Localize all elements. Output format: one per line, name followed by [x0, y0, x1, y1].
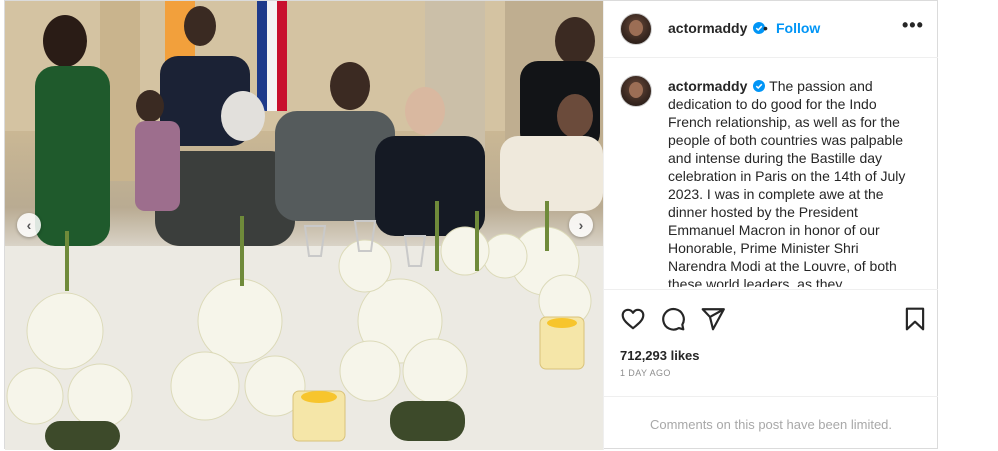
separator-dot: •: [763, 20, 768, 36]
more-options-icon[interactable]: •••: [902, 15, 924, 36]
comments-limited-notice: Comments on this post have been limited.: [604, 396, 938, 450]
post-actions: 712,293 likes 1 DAY AGO Comments on this…: [604, 289, 938, 449]
comment-icon[interactable]: [660, 306, 686, 332]
heart-icon[interactable]: [620, 306, 646, 332]
likes-count[interactable]: 712,293 likes: [620, 348, 700, 363]
instagram-post: ‹ › actormaddy • Follow ••• actormaddy T…: [4, 0, 938, 450]
caption-text: The passion and dedication to do good fo…: [668, 78, 906, 287]
caption-username-text: actormaddy: [668, 78, 748, 94]
follow-button[interactable]: Follow: [776, 20, 820, 36]
avatar[interactable]: [620, 75, 652, 107]
post-header: actormaddy • Follow •••: [604, 1, 938, 58]
bookmark-icon[interactable]: [902, 306, 928, 332]
dinner-photo-illustration: [5, 1, 603, 450]
verified-badge-icon: [753, 80, 766, 92]
caption: actormaddy The passion and dedication to…: [668, 77, 914, 287]
next-photo-button[interactable]: ›: [569, 213, 593, 237]
previous-photo-button[interactable]: ‹: [17, 213, 41, 237]
share-icon[interactable]: [700, 306, 726, 332]
caption-username[interactable]: actormaddy: [668, 78, 769, 94]
username-text: actormaddy: [668, 20, 748, 36]
username-link[interactable]: actormaddy: [668, 20, 766, 36]
post-side-panel: actormaddy • Follow ••• actormaddy The p…: [603, 1, 938, 450]
caption-section: actormaddy The passion and dedication to…: [604, 59, 938, 287]
post-photo[interactable]: ‹ ›: [5, 1, 603, 450]
post-timestamp[interactable]: 1 DAY AGO: [620, 368, 671, 378]
avatar[interactable]: [620, 13, 652, 45]
